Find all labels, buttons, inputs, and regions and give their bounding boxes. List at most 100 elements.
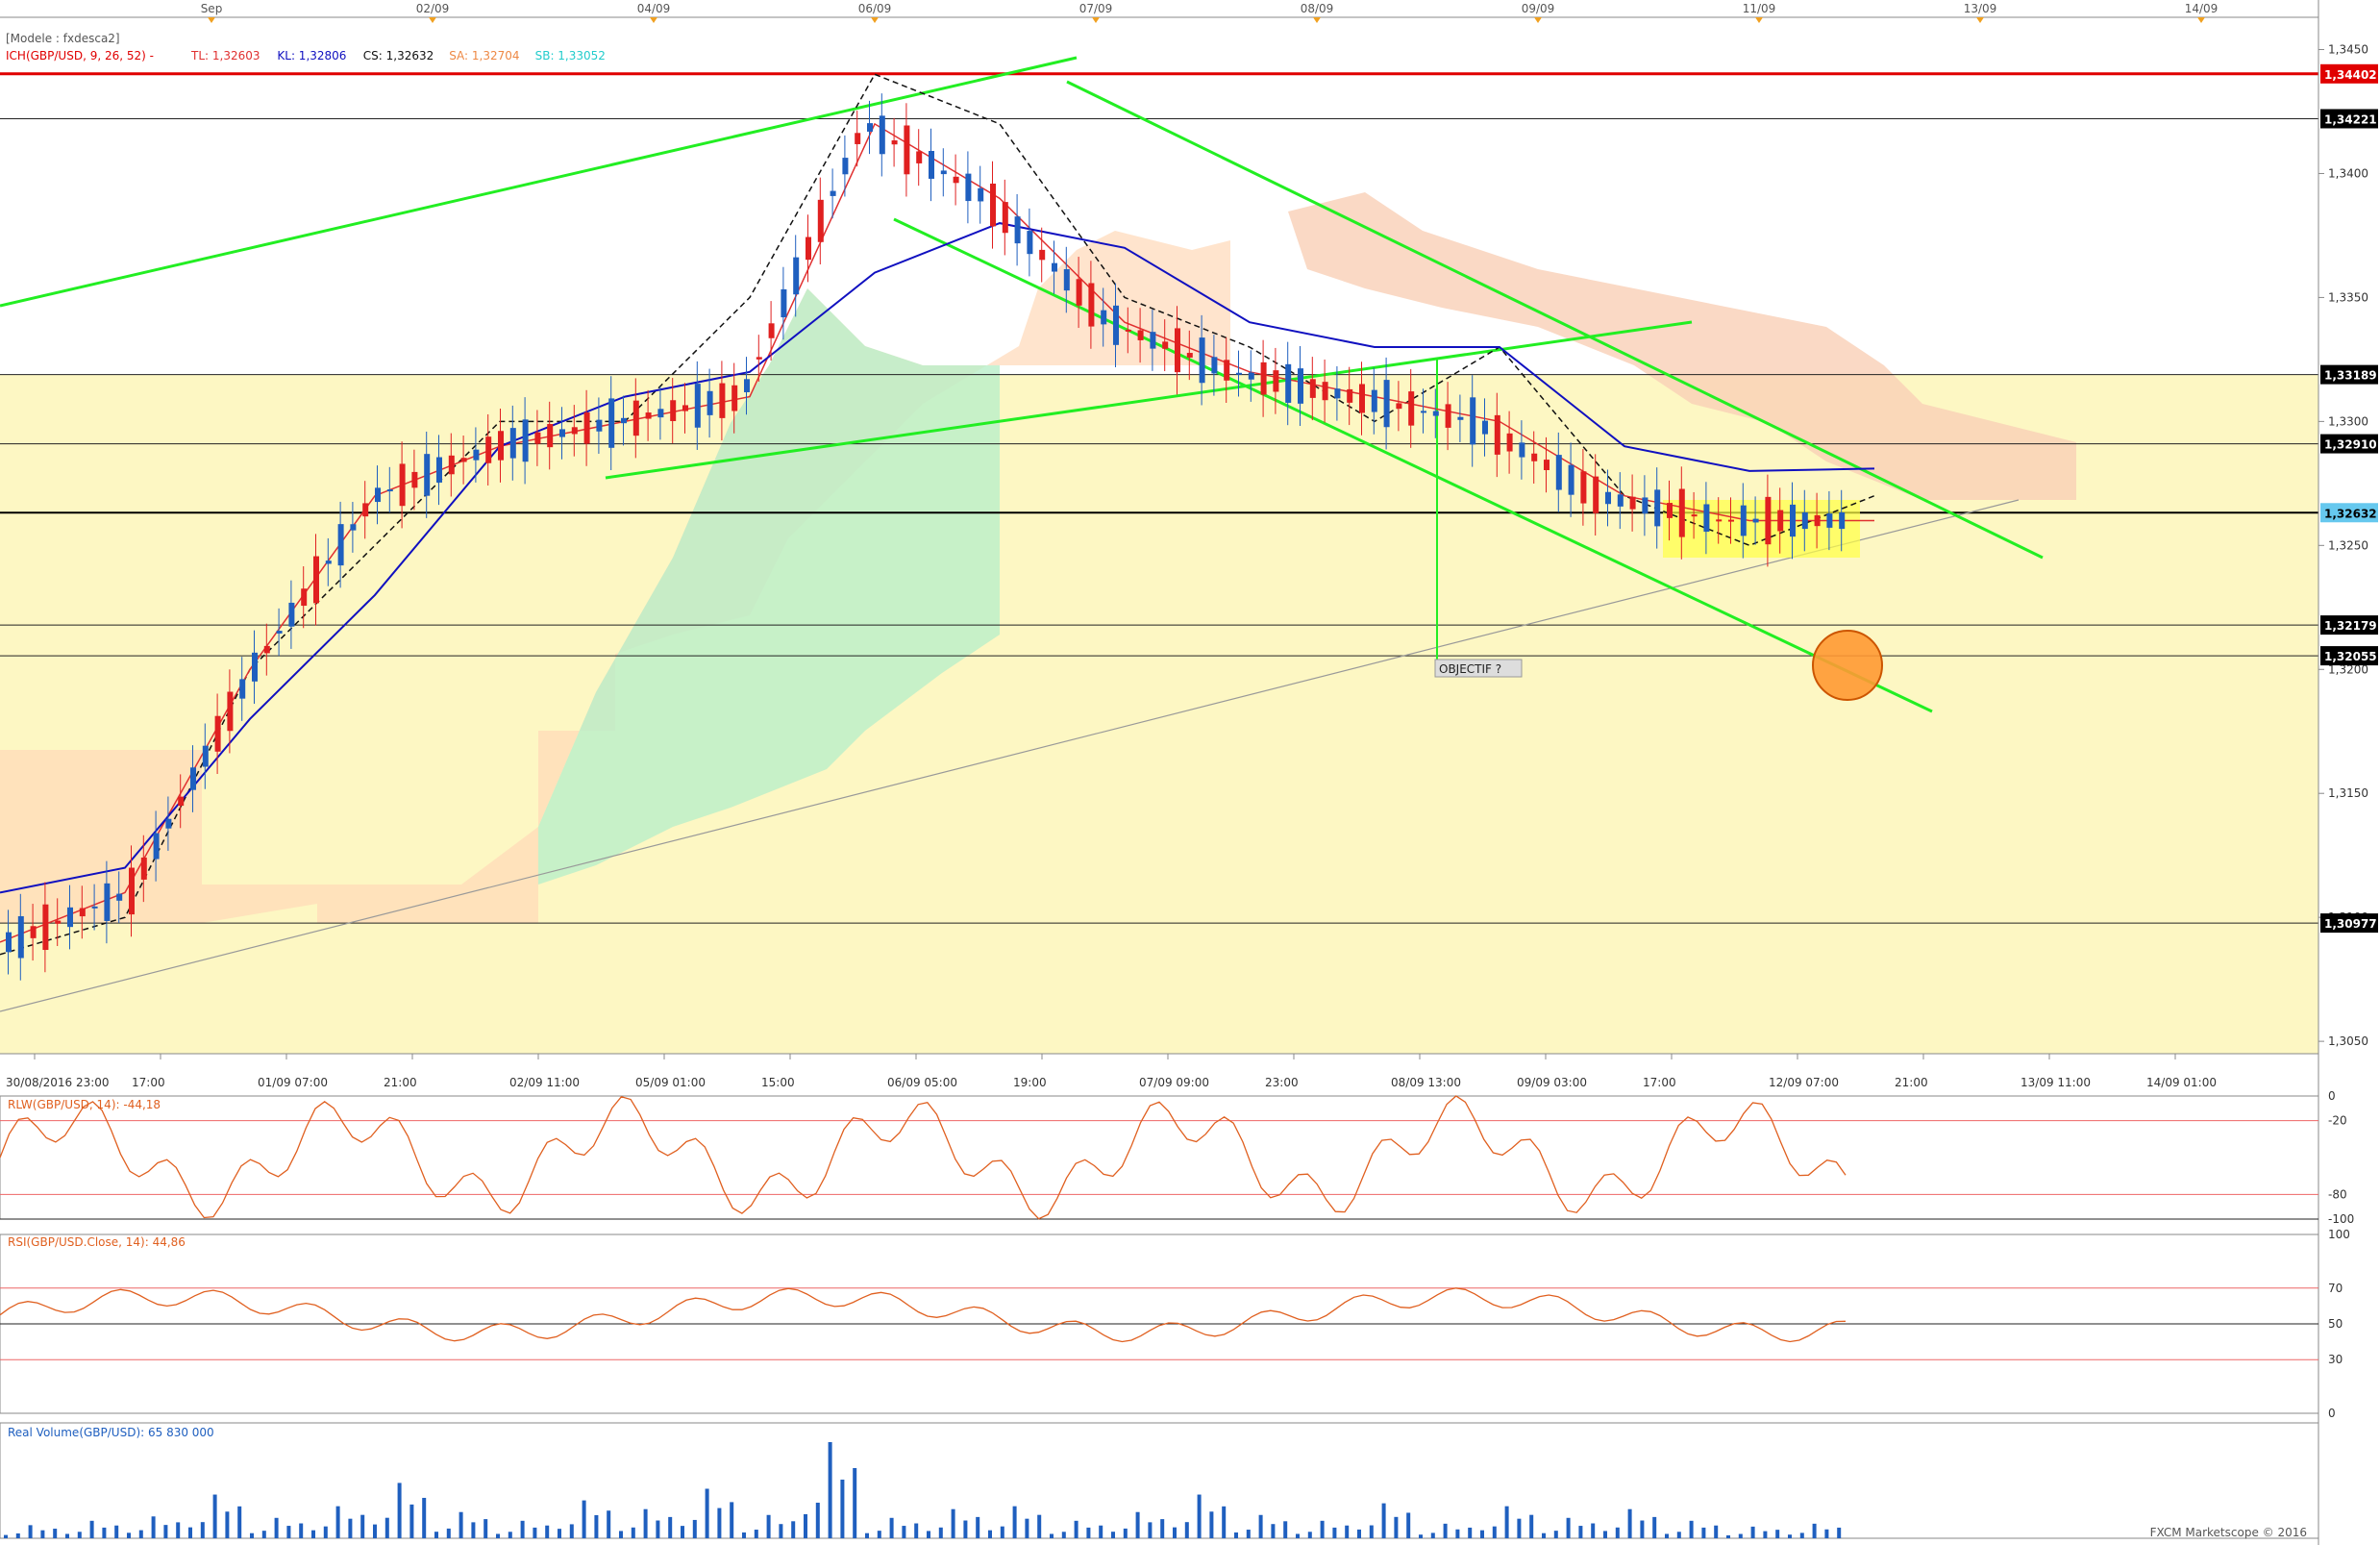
candle-body: [1728, 519, 1734, 522]
candle-body: [1248, 372, 1254, 380]
volume-bar: [1148, 1522, 1153, 1538]
candle-body: [337, 524, 344, 566]
candle-body: [879, 115, 885, 155]
header-cs: CS: 1,32632: [363, 49, 434, 62]
top-date-label: 06/09: [858, 2, 892, 15]
candle-body: [165, 818, 172, 829]
copyright-text: FXCM Marketscope © 2016: [2150, 1526, 2307, 1539]
candle-body: [731, 385, 738, 411]
volume-bar: [607, 1510, 611, 1538]
rlw-tick-label: -80: [2328, 1187, 2347, 1201]
volume-bar: [151, 1516, 156, 1538]
candle-body: [301, 588, 308, 607]
candle-body: [1642, 497, 1649, 514]
volume-bar: [1345, 1525, 1350, 1538]
candle-body: [1125, 329, 1131, 332]
volume-bar: [1283, 1521, 1288, 1538]
volume-bar: [1443, 1523, 1448, 1538]
volume-bar: [815, 1503, 820, 1538]
volume-bar: [373, 1524, 377, 1538]
volume-bar: [4, 1534, 8, 1538]
candle-body: [1531, 453, 1538, 461]
candle-body: [632, 400, 639, 436]
candle-body: [1186, 353, 1193, 358]
candle-body: [1063, 269, 1070, 291]
candle-body: [1568, 464, 1574, 495]
candle-body: [1617, 494, 1624, 507]
candle-body: [1801, 511, 1808, 530]
volume-bar: [53, 1529, 58, 1538]
candle-body: [904, 125, 910, 175]
candle-body: [1519, 442, 1525, 458]
volume-bar: [1419, 1534, 1423, 1538]
top-date-label: 14/09: [2185, 2, 2219, 15]
volume-bar: [323, 1526, 328, 1538]
candle-body: [1347, 388, 1353, 403]
volume-bar: [422, 1497, 427, 1538]
volume-bar: [1542, 1533, 1546, 1538]
rsi-label: RSI(GBP/USD.Close, 14): 44,86: [8, 1235, 186, 1249]
volume-bar: [533, 1527, 537, 1538]
candle-body: [1716, 519, 1723, 522]
volume-bar: [225, 1511, 230, 1538]
volume-bar: [1775, 1530, 1780, 1538]
volume-bar: [471, 1522, 476, 1538]
top-date-label: 08/09: [1301, 2, 1334, 15]
top-date-label: 04/09: [637, 2, 671, 15]
header-ich: ICH(GBP/USD, 9, 26, 52) -: [6, 49, 154, 62]
volume-bar: [840, 1480, 845, 1538]
volume-bar: [1615, 1527, 1620, 1538]
time-axis-label: 21:00: [384, 1076, 417, 1089]
candle-body: [694, 384, 701, 428]
candle-body: [1260, 361, 1267, 395]
candle-body: [1137, 330, 1144, 340]
volume-bar: [1012, 1506, 1017, 1538]
volume-bar: [1394, 1516, 1399, 1538]
volume-bar: [1812, 1523, 1817, 1538]
candle-body: [559, 429, 565, 437]
time-axis-label: 06/09 05:00: [887, 1076, 957, 1089]
candle-body: [1408, 391, 1415, 426]
candle-body: [756, 357, 762, 360]
volume-bar: [1726, 1534, 1730, 1538]
time-axis-label: 12/09 07:00: [1769, 1076, 1839, 1089]
header-kl: KL: 1,32806: [277, 49, 346, 62]
volume-bar: [1738, 1533, 1743, 1538]
volume-bar: [1025, 1518, 1029, 1538]
rlw-tick-label: -20: [2328, 1114, 2347, 1128]
price-tick-label: 1,3250: [2328, 538, 2368, 552]
candle-body: [1580, 471, 1587, 504]
time-axis-label: 14/09 01:00: [2146, 1076, 2217, 1089]
volume-bar: [791, 1521, 796, 1538]
volume-bar: [1307, 1532, 1312, 1538]
candle-body: [1814, 514, 1821, 527]
volume-bar: [286, 1526, 291, 1538]
candle-body: [129, 867, 135, 915]
volume-bar: [914, 1523, 919, 1538]
volume-bar: [335, 1506, 340, 1538]
volume-bar: [1369, 1525, 1374, 1538]
candle-body: [424, 454, 431, 496]
header-tl: TL: 1,32603: [190, 49, 260, 62]
candle-body: [79, 908, 86, 917]
volume-bar: [1123, 1528, 1128, 1538]
volume-bar: [434, 1532, 438, 1538]
candle-body: [116, 893, 123, 901]
price-tick-label: 1,3050: [2328, 1034, 2368, 1048]
candle-body: [657, 409, 664, 418]
candle-body: [325, 561, 332, 564]
candle-body: [534, 432, 541, 444]
volume-bar: [176, 1522, 181, 1538]
candle-body: [509, 428, 516, 459]
candle-body: [67, 907, 73, 928]
volume-bar: [1050, 1533, 1054, 1538]
candle-body: [1421, 411, 1426, 413]
time-axis-label: 09/09 03:00: [1517, 1076, 1587, 1089]
volume-bar: [250, 1533, 254, 1538]
top-date-label: Sep: [201, 2, 223, 15]
volume-bar: [237, 1506, 242, 1538]
candle-body: [1691, 514, 1698, 517]
volume-bar: [804, 1514, 807, 1538]
volume-bar: [668, 1516, 673, 1538]
volume-bar: [742, 1532, 746, 1538]
